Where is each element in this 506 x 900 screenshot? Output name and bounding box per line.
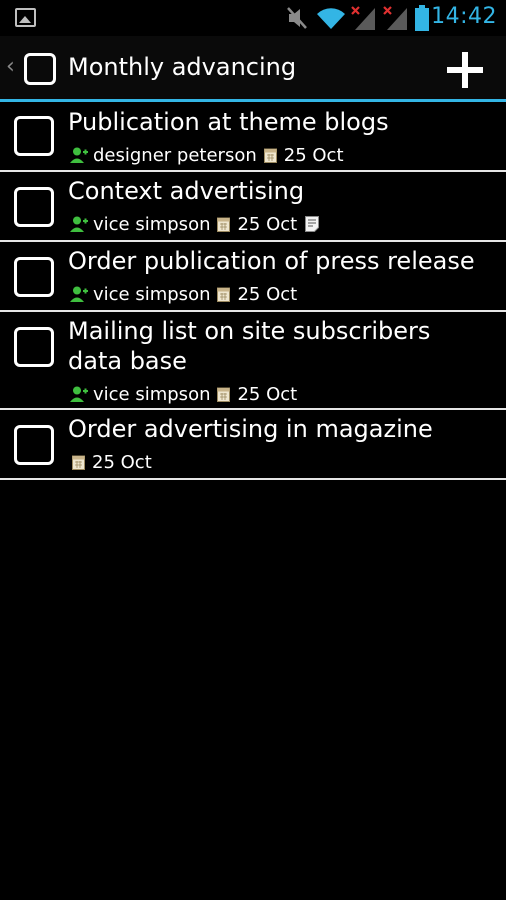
status-bar: 14:42 [0, 0, 506, 36]
task-title: Publication at theme blogs [68, 108, 389, 136]
calendar-icon [263, 148, 277, 163]
list-item[interactable]: Mailing list on site subscribers data ba… [0, 312, 506, 410]
task-checkbox[interactable] [14, 425, 54, 465]
plus-icon[interactable] [447, 52, 483, 88]
task-date: 25 Oct [283, 144, 344, 166]
select-all-checkbox[interactable] [24, 53, 56, 85]
task-title: Mailing list on site subscribers data ba… [68, 317, 431, 375]
signal-no-service-icon [383, 6, 407, 30]
person-icon [70, 386, 88, 402]
signal-no-service-icon [351, 6, 375, 30]
task-title: Order advertising in magazine [68, 415, 433, 443]
note-icon [305, 216, 320, 232]
calendar-icon [217, 217, 231, 232]
calendar-icon [217, 287, 231, 302]
task-assignee: vice simpson [93, 383, 211, 405]
person-icon [70, 147, 88, 163]
task-date: 25 Oct [237, 283, 298, 305]
task-checkbox[interactable] [14, 257, 54, 297]
task-checkbox[interactable] [14, 187, 54, 227]
back-caret-icon[interactable]: ‹ [6, 54, 15, 79]
calendar-icon [217, 387, 231, 402]
list-item[interactable]: Order advertising in magazine 25 Oct [0, 410, 506, 480]
task-assignee: designer peterson [93, 144, 257, 166]
task-checkbox[interactable] [14, 116, 54, 156]
list-item[interactable]: Order publication of press release vice … [0, 242, 506, 312]
wifi-icon [317, 8, 345, 30]
task-meta: vice simpson 25 Oct [70, 283, 297, 305]
action-bar: ‹ Monthly advancing [0, 36, 506, 100]
battery-icon [415, 5, 429, 31]
task-checkbox[interactable] [14, 327, 54, 367]
task-list: Publication at theme blogs designer pete… [0, 102, 506, 480]
task-title: Context advertising [68, 177, 305, 205]
task-assignee: vice simpson [93, 283, 211, 305]
person-icon [70, 216, 88, 232]
gallery-icon [15, 8, 36, 27]
task-date: 25 Oct [92, 451, 152, 473]
status-time: 14:42 [431, 4, 497, 29]
list-item[interactable]: Publication at theme blogs designer pete… [0, 102, 506, 172]
task-date: 25 Oct [237, 383, 298, 405]
page-title: Monthly advancing [68, 53, 297, 81]
task-meta: designer peterson 25 Oct [70, 144, 344, 166]
task-meta: vice simpson 25 Oct [70, 213, 320, 235]
list-item[interactable]: Context advertising vice simpson 25 Oct [0, 172, 506, 242]
task-assignee: vice simpson [93, 213, 211, 235]
task-title: Order publication of press release [68, 247, 475, 275]
mute-icon [287, 7, 307, 29]
calendar-icon [72, 455, 85, 470]
task-meta: 25 Oct [70, 451, 152, 473]
task-meta: vice simpson 25 Oct [70, 383, 297, 405]
person-icon [70, 286, 88, 302]
task-date: 25 Oct [237, 213, 298, 235]
